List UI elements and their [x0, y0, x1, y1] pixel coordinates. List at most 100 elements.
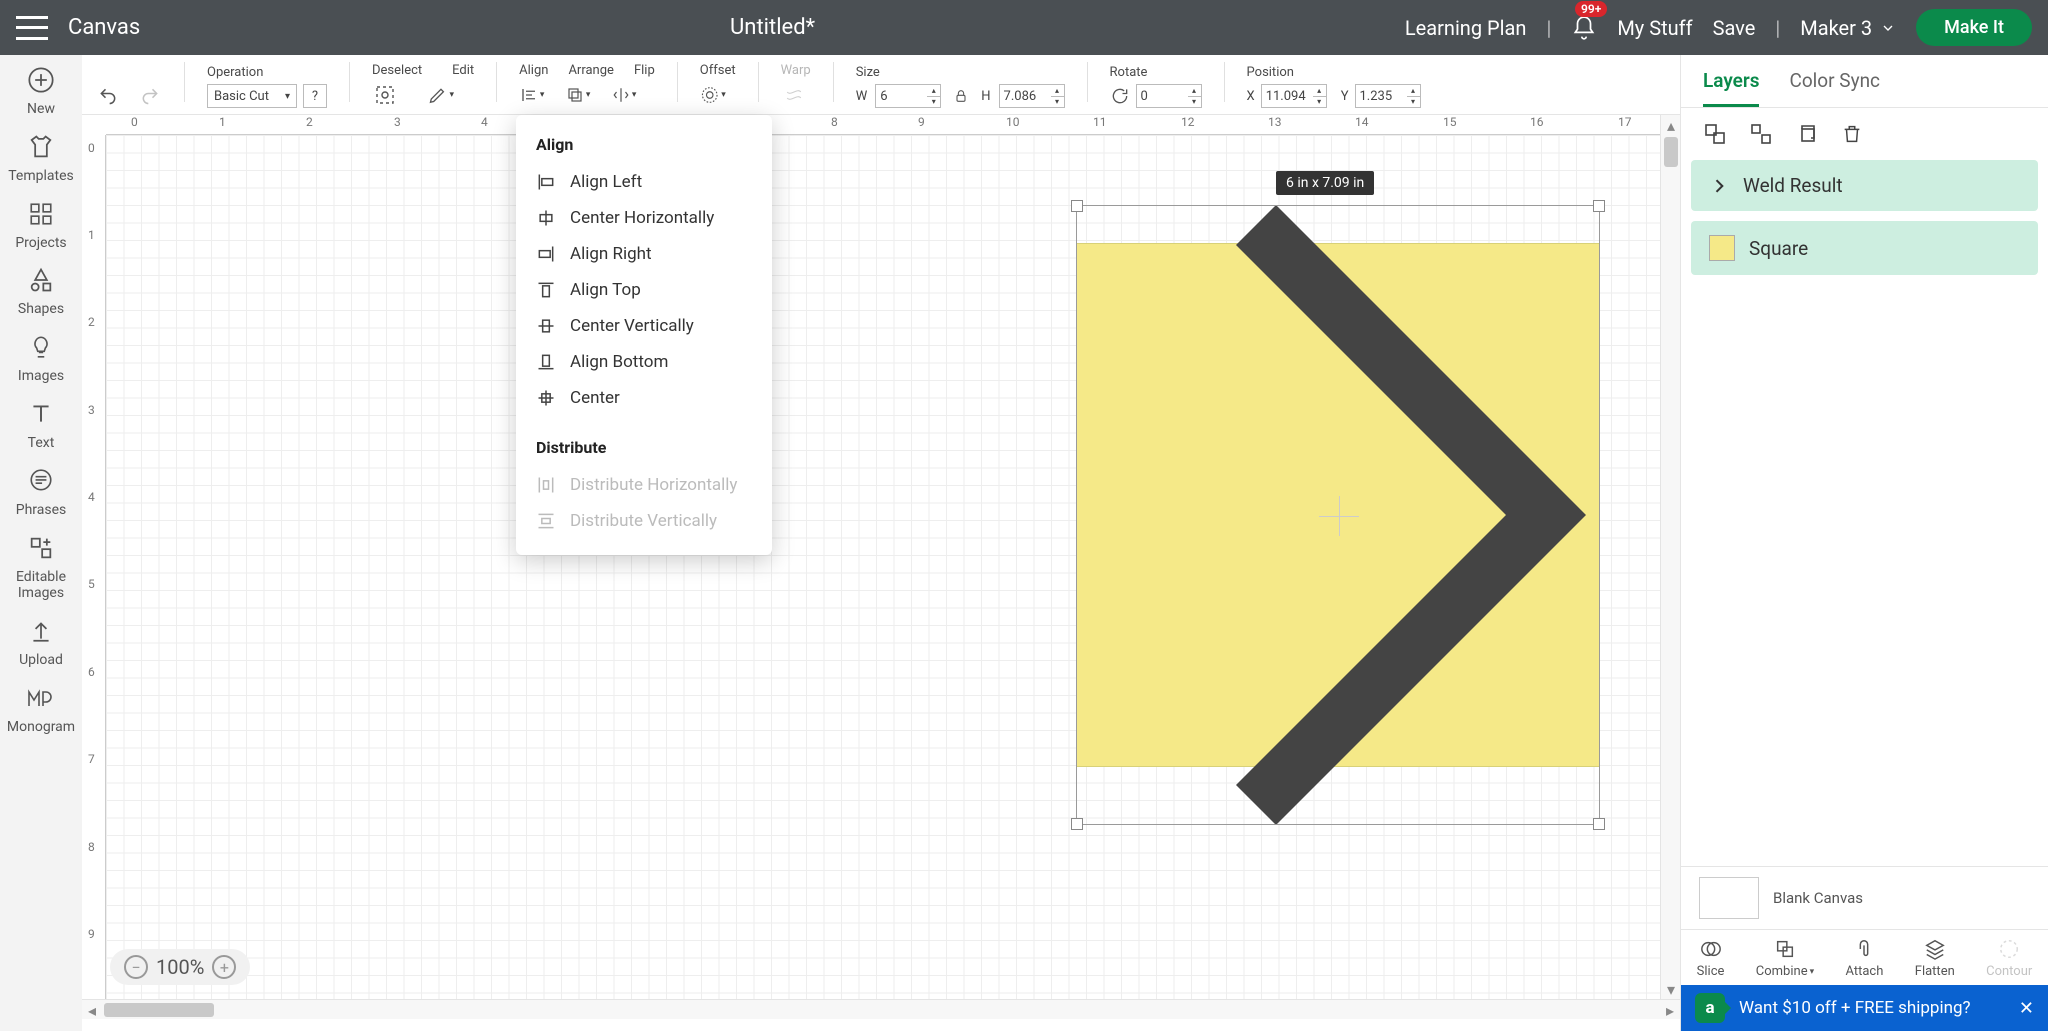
align-right-icon	[536, 244, 556, 264]
rail-upload[interactable]: Upload	[19, 616, 63, 669]
zoom-in-button[interactable]: +	[212, 955, 236, 979]
flip-button[interactable]: ▾	[611, 82, 637, 108]
blank-canvas-swatch	[1699, 877, 1759, 919]
ungroup-icon[interactable]	[1749, 122, 1773, 146]
layer-weld-result[interactable]: Weld Result	[1691, 160, 2038, 211]
width-input[interactable]: 6▴▾	[875, 84, 941, 108]
hamburger-menu-icon[interactable]	[16, 16, 48, 40]
promo-close-button[interactable]: ✕	[2019, 998, 2034, 1019]
contour-icon	[1997, 938, 2021, 960]
rail-images[interactable]: Images	[18, 332, 64, 385]
redo-button[interactable]	[138, 86, 162, 106]
y-input[interactable]: 1.235▴▾	[1355, 84, 1421, 108]
menu-align-bottom[interactable]: Align Bottom	[516, 344, 772, 380]
rotate-input[interactable]: 0▴▾	[1136, 84, 1202, 108]
action-attach[interactable]: Attach	[1845, 938, 1883, 979]
zoom-control: − 100% +	[110, 949, 250, 985]
menu-center-vertically[interactable]: Center Vertically	[516, 308, 772, 344]
zoom-value: 100%	[156, 955, 204, 979]
monogram-icon	[26, 683, 56, 713]
tab-color-sync[interactable]: Color Sync	[1789, 69, 1880, 107]
action-combine[interactable]: Combine▾	[1756, 938, 1814, 979]
warp-label: Warp	[781, 63, 811, 78]
distribute-heading: Distribute	[516, 434, 772, 467]
tab-layers[interactable]: Layers	[1703, 69, 1759, 107]
center-icon	[536, 388, 556, 408]
align-bottom-icon	[536, 352, 556, 372]
separator: |	[1546, 16, 1551, 40]
menu-align-right[interactable]: Align Right	[516, 236, 772, 272]
offset-label: Offset	[700, 63, 736, 78]
blank-canvas-row[interactable]: Blank Canvas	[1681, 867, 2048, 929]
rail-templates[interactable]: Templates	[8, 132, 74, 185]
learning-plan-link[interactable]: Learning Plan	[1405, 16, 1527, 40]
plus-circle-icon	[26, 65, 56, 95]
vertical-scrollbar[interactable]: ▴ ▾	[1660, 115, 1680, 999]
menu-center[interactable]: Center	[516, 380, 772, 416]
combine-icon	[1773, 938, 1797, 960]
undo-button[interactable]	[96, 86, 120, 106]
rail-text[interactable]: Text	[26, 399, 56, 452]
rail-shapes[interactable]: Shapes	[18, 265, 64, 318]
action-slice[interactable]: Slice	[1697, 938, 1725, 979]
edit-button[interactable]: ▾	[428, 82, 454, 108]
selection-bounding-box[interactable]	[1076, 205, 1600, 825]
deselect-button[interactable]	[372, 82, 398, 108]
height-input[interactable]: 7.086▴▾	[999, 84, 1065, 108]
menu-align-left[interactable]: Align Left	[516, 164, 772, 200]
center-horizontal-icon	[536, 208, 556, 228]
separator: |	[1775, 16, 1780, 40]
horizontal-scrollbar[interactable]: ◂ ▸	[82, 999, 1680, 1019]
layer-square[interactable]: Square	[1691, 221, 2038, 275]
machine-selector[interactable]: Maker 3	[1800, 16, 1896, 40]
align-label: Align	[519, 63, 548, 78]
duplicate-icon[interactable]	[1795, 122, 1819, 146]
position-label: Position	[1247, 65, 1421, 80]
vertical-ruler: 0123456789	[82, 135, 106, 999]
edit-label: Edit	[452, 63, 474, 78]
group-icon[interactable]	[1703, 122, 1727, 146]
top-bar: Canvas Untitled* Learning Plan | 99+ My …	[0, 0, 2048, 55]
rail-projects[interactable]: Projects	[15, 199, 66, 252]
lock-aspect-icon[interactable]	[953, 85, 969, 107]
rail-editable-images[interactable]: Editable Images	[16, 533, 66, 603]
action-flatten[interactable]: Flatten	[1915, 938, 1955, 979]
layer-color-swatch	[1709, 235, 1735, 261]
rail-phrases[interactable]: Phrases	[16, 466, 67, 519]
offset-button[interactable]: ▾	[700, 82, 726, 108]
save-link[interactable]: Save	[1713, 16, 1756, 40]
arrange-button[interactable]: ▾	[565, 82, 591, 108]
distribute-horizontal-icon	[536, 475, 556, 495]
app-name: Canvas	[68, 15, 140, 40]
menu-align-top[interactable]: Align Top	[516, 272, 772, 308]
notifications-bell-icon[interactable]: 99+	[1571, 15, 1597, 41]
operation-help[interactable]: ?	[303, 84, 327, 108]
rail-new[interactable]: New	[26, 65, 56, 118]
attach-icon	[1853, 938, 1875, 960]
rotate-icon[interactable]	[1110, 86, 1130, 106]
horizontal-ruler: 01234891011121314151617	[106, 115, 1680, 135]
flip-label: Flip	[634, 63, 655, 78]
promo-badge-icon: a	[1695, 993, 1725, 1023]
align-heading: Align	[516, 131, 772, 164]
distribute-vertical-icon	[536, 511, 556, 531]
promo-banner[interactable]: a Want $10 off + FREE shipping? ✕	[1681, 985, 2048, 1031]
canvas-viewport[interactable]: 01234891011121314151617 0123456789 6 in …	[82, 115, 1680, 999]
delete-icon[interactable]	[1841, 122, 1863, 146]
zoom-out-button[interactable]: −	[124, 955, 148, 979]
flatten-icon	[1923, 938, 1947, 960]
grid-icon	[26, 199, 56, 229]
menu-center-horizontally[interactable]: Center Horizontally	[516, 200, 772, 236]
promo-text: Want $10 off + FREE shipping?	[1739, 998, 1971, 1018]
operation-select[interactable]: Basic Cut▾	[207, 84, 297, 108]
make-it-button[interactable]: Make It	[1916, 9, 2032, 46]
h-prefix: H	[981, 89, 990, 104]
my-stuff-link[interactable]: My Stuff	[1617, 16, 1692, 40]
x-input[interactable]: 11.094▴▾	[1261, 84, 1327, 108]
menu-distribute-horizontally: Distribute Horizontally	[516, 467, 772, 503]
canvas-grid[interactable]: 6 in x 7.09 in	[106, 135, 1680, 999]
align-button[interactable]: ▾	[519, 82, 545, 108]
sparkle-grid-icon	[26, 533, 56, 563]
size-label: Size	[856, 65, 1065, 80]
rail-monogram[interactable]: Monogram	[7, 683, 75, 736]
